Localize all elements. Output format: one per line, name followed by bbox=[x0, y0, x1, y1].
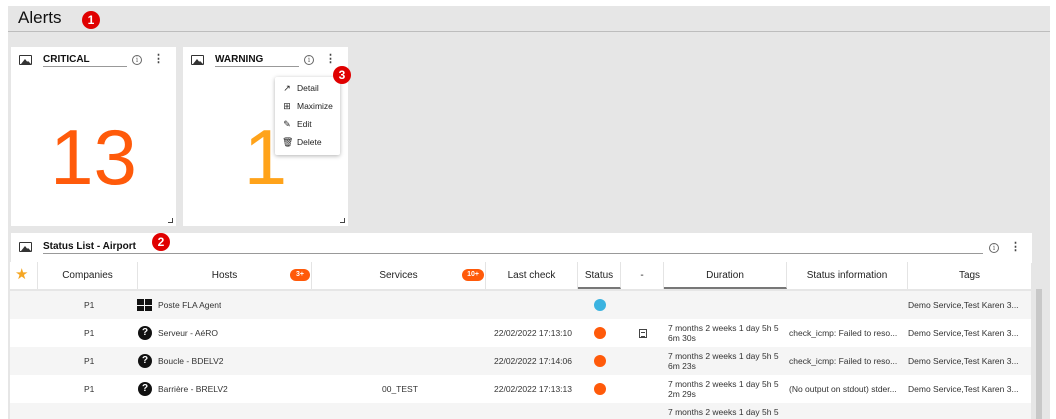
column-services[interactable]: Services 10+ bbox=[312, 262, 486, 289]
menu-item-maximize[interactable]: ⊞ Maximize bbox=[275, 97, 340, 115]
image-icon bbox=[19, 55, 32, 65]
menu-item-label: Maximize bbox=[297, 101, 333, 111]
maximize-icon: ⊞ bbox=[283, 101, 291, 111]
status-indicator bbox=[594, 327, 606, 339]
column-status[interactable]: Status bbox=[578, 262, 621, 289]
column-tags[interactable]: Tags bbox=[908, 262, 1031, 289]
host-cell[interactable]: Serveur - AéRO bbox=[158, 319, 218, 347]
table-scrollbar[interactable] bbox=[1036, 289, 1042, 419]
info-icon[interactable]: i bbox=[132, 55, 142, 65]
tags-cell: Demo Service,Test Karen 3... bbox=[908, 300, 1019, 310]
menu-item-detail[interactable]: ↗ Detail bbox=[275, 79, 340, 97]
external-link-icon: ↗ bbox=[283, 83, 291, 93]
service-cell[interactable]: 00_TEST bbox=[382, 375, 418, 403]
warning-widget-title: WARNING bbox=[215, 54, 299, 67]
column-last-check[interactable]: Last check bbox=[486, 262, 578, 289]
page-header: Alerts bbox=[8, 6, 1050, 32]
status-info-cell: check_icmp: Failed to reso... bbox=[789, 356, 898, 366]
menu-item-delete[interactable]: 🗑 Delete bbox=[275, 133, 340, 151]
company-cell: P1 bbox=[84, 328, 95, 338]
critical-widget: CRITICAL i ⋮ 13 bbox=[11, 47, 176, 226]
menu-item-edit[interactable]: ✎ Edit bbox=[275, 115, 340, 133]
menu-item-label: Edit bbox=[297, 119, 312, 129]
column-hosts-label: Hosts bbox=[211, 270, 238, 281]
hosts-count-badge: 3+ bbox=[290, 269, 310, 281]
column-status-information[interactable]: Status information bbox=[787, 262, 908, 289]
services-count-badge: 10+ bbox=[462, 269, 484, 281]
last-check-cell: 22/02/2022 17:13:10 bbox=[494, 328, 572, 338]
host-cell[interactable]: Barrière - BRELV2 bbox=[158, 375, 228, 403]
favorite-column[interactable]: ★ bbox=[10, 262, 38, 289]
column-dash[interactable]: - bbox=[621, 262, 664, 289]
tags-cell: Demo Service,Test Karen 3... bbox=[908, 328, 1019, 338]
warning-widget-header: WARNING i ⋮ bbox=[183, 47, 348, 75]
page-title: Alerts bbox=[18, 8, 62, 27]
table-row[interactable]: P1 ? Barrière - BRELV2 00_TEST 22/02/202… bbox=[10, 375, 1031, 403]
image-icon bbox=[19, 242, 32, 252]
host-cell[interactable]: Boucle - BDELV2 bbox=[158, 347, 224, 375]
pencil-icon: ✎ bbox=[283, 119, 291, 129]
critical-widget-title: CRITICAL bbox=[43, 54, 127, 67]
widget-context-menu: ↗ Detail ⊞ Maximize ✎ Edit 🗑 Delete bbox=[275, 77, 340, 155]
kebab-menu-icon[interactable]: ⋮ bbox=[325, 53, 336, 65]
trash-icon: 🗑 bbox=[282, 137, 294, 147]
image-icon bbox=[191, 55, 204, 65]
status-info-cell: (No output on stdout) stder... bbox=[789, 384, 897, 394]
company-cell: P1 bbox=[84, 300, 95, 310]
status-indicator bbox=[594, 299, 606, 311]
table-header: ★ Companies Hosts 3+ Services 10+ Last c… bbox=[10, 262, 1031, 289]
table-row[interactable]: P1 ? Boucle - BDELV2 22/02/2022 17:14:06… bbox=[10, 347, 1031, 375]
table-row[interactable]: P1 Poste FLA Agent Demo Service,Test Kar… bbox=[10, 291, 1031, 319]
annotation-marker-3: 3 bbox=[333, 66, 351, 84]
company-cell: P1 bbox=[84, 384, 95, 394]
annotation-marker-2: 2 bbox=[152, 233, 170, 251]
column-duration[interactable]: Duration bbox=[664, 262, 787, 289]
column-hosts[interactable]: Hosts 3+ bbox=[138, 262, 312, 289]
duration-cell: 7 months 2 weeks 1 day 5h 5 2m 29s bbox=[668, 379, 779, 399]
critical-count[interactable]: 13 bbox=[11, 117, 176, 197]
table-row[interactable]: P1 ? Serveur - AéRO 22/02/2022 17:13:10 … bbox=[10, 319, 1031, 347]
last-check-cell: 22/02/2022 17:13:13 bbox=[494, 384, 572, 394]
column-services-label: Services bbox=[379, 270, 418, 281]
document-icon[interactable] bbox=[639, 329, 647, 338]
question-icon: ? bbox=[138, 354, 152, 368]
question-icon: ? bbox=[138, 382, 152, 396]
windows-icon bbox=[137, 299, 152, 311]
info-icon[interactable]: i bbox=[989, 243, 999, 253]
annotation-marker-1: 1 bbox=[82, 11, 100, 29]
resize-handle-icon[interactable] bbox=[168, 218, 173, 223]
duration-cell: 7 months 2 weeks 1 day 5h 5 6m 23s bbox=[668, 351, 779, 371]
tags-cell: Demo Service,Test Karen 3... bbox=[908, 356, 1019, 366]
duration-cell: 7 months 2 weeks 1 day 5h 5 6m 30s bbox=[668, 323, 779, 343]
info-icon[interactable]: i bbox=[304, 55, 314, 65]
menu-item-label: Detail bbox=[297, 83, 319, 93]
status-indicator bbox=[594, 383, 606, 395]
status-list-title: Status List - Airport bbox=[43, 241, 983, 254]
column-companies[interactable]: Companies bbox=[38, 262, 138, 289]
last-check-cell: 22/02/2022 17:14:06 bbox=[494, 356, 572, 366]
kebab-menu-icon[interactable]: ⋮ bbox=[1010, 241, 1021, 253]
host-cell[interactable]: Poste FLA Agent bbox=[158, 291, 221, 319]
duration-cell: 7 months 2 weeks 1 day 5h 5 bbox=[668, 407, 779, 417]
question-icon: ? bbox=[138, 326, 152, 340]
kebab-menu-icon[interactable]: ⋮ bbox=[153, 53, 164, 65]
resize-handle-icon[interactable] bbox=[340, 218, 345, 223]
status-info-cell: check_icmp: Failed to reso... bbox=[789, 328, 898, 338]
table-row[interactable]: 7 months 2 weeks 1 day 5h 5 bbox=[10, 403, 1031, 419]
status-indicator bbox=[594, 355, 606, 367]
company-cell: P1 bbox=[84, 356, 95, 366]
alerts-page: Alerts CRITICAL i ⋮ 13 WARNING i ⋮ 1 ↗ D… bbox=[8, 6, 1050, 419]
tags-cell: Demo Service,Test Karen 3... bbox=[908, 384, 1019, 394]
star-icon[interactable]: ★ bbox=[15, 267, 28, 283]
menu-item-label: Delete bbox=[297, 137, 322, 147]
critical-widget-header: CRITICAL i ⋮ bbox=[11, 47, 176, 75]
